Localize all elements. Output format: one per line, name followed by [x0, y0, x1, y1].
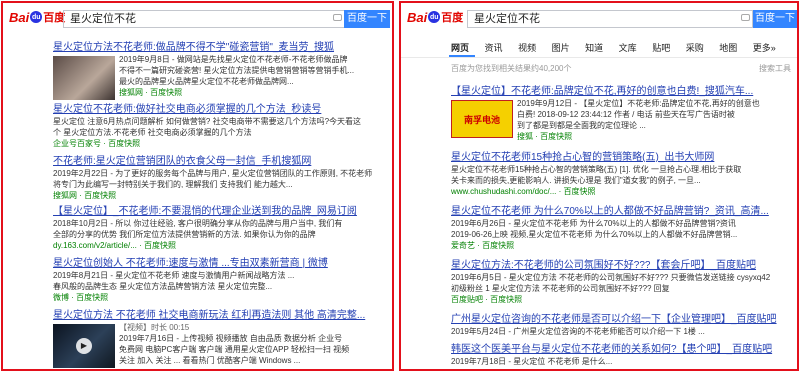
result-snippet: 2019-06-26上映 视频,星火定位不花老师 为什么70%以上的人都做不好品…	[451, 230, 738, 239]
logo-text-du: 百度	[43, 12, 66, 24]
result-source[interactable]: 搜狐 · 百度快照	[517, 131, 791, 142]
result-snippet: 春风般的品牌生态 星火定位方法品牌营销方法 星火定位完整...	[53, 282, 273, 291]
result-source[interactable]: 爱奇艺 · 百度快照	[451, 240, 791, 251]
tab-web[interactable]: 网页	[451, 43, 469, 53]
thumbnail-caption: 南孚电池	[463, 114, 500, 125]
tab-zhidao[interactable]: 知道	[585, 43, 603, 53]
result-thumbnail[interactable]: 南孚电池	[451, 100, 513, 138]
result-snippet: 2019年5月24日 - 广州星火定位咨询的不花老师能否可以介绍一下 1楼 ..…	[451, 327, 705, 336]
right-screenshot-panel: Bai du 百度 星火定位不花 百度一下 网页 资讯 视频 图片 知道 文库 …	[399, 1, 799, 371]
left-result-4: 【星火定位】_不花老师:不要混悄的代理企业送到我的品牌_网易订阅 2018年10…	[53, 205, 389, 251]
logo-text-du: 百度	[441, 12, 464, 24]
right-result-6: 韩医这个医美平台与星火定位不花老师的关系如何?【患个吧】_百度贴吧 2019年7…	[451, 343, 791, 367]
result-snippet: 将专门为此编写一封特别关于我们的, 理解我们 支持我们 能力越大...	[53, 180, 293, 189]
result-source[interactable]: dy.163.com/v2/article/... · 百度快照	[53, 240, 389, 251]
left-search-button[interactable]: 百度一下	[344, 10, 390, 28]
result-title-link[interactable]: 星火定位不花老师15种抢占心智的营销策略(五)_出书大师网	[451, 151, 791, 164]
left-result-3: 不花老师:星火定位营销团队的衣食父母一封信_手机搜狐网 2019年2月22日 -…	[53, 155, 389, 201]
tab-divider	[401, 57, 797, 58]
result-snippet: 到了都是到都是全面我的定位理论 ...	[517, 121, 646, 130]
left-result-2: 星火定位不花老师:做好社交电商必须掌握的几个方法_秒读号 星火定位 注意6月热点…	[53, 103, 389, 149]
result-source[interactable]: 百度贴吧 · 百度快照	[451, 294, 791, 305]
search-tabs: 网页 资讯 视频 图片 知道 文库 贴吧 采购 地图 更多»	[451, 41, 789, 54]
result-snippet: 免费网 电脑PC客户端 客户端 通用星火定位APP 轻松扫一扫 视频	[119, 345, 350, 354]
logo-text-bai: Bai	[407, 9, 428, 25]
result-snippet: 2019年9月12日 - 【星火定位】不花老师:品牌定位不花,再好的创意也	[517, 99, 760, 108]
result-snippet: 2019年9月8日 - 做网站是先找星火定位不花老师-不花老师做品牌	[119, 55, 348, 64]
video-thumbnail[interactable]: ▶	[53, 324, 115, 368]
result-title-link[interactable]: 【星火定位】不花老师:品牌定位不花,再好的创意也白费!_搜狐汽车...	[451, 85, 791, 98]
result-snippet: 最火的品牌星火品牌星火定位不花老师做品牌网...	[119, 77, 294, 86]
tab-more[interactable]: 更多»	[753, 43, 776, 53]
paw-icon: du	[428, 11, 441, 23]
result-title-link[interactable]: 星火定位不花老师:做好社交电商必须掌握的几个方法_秒读号	[53, 103, 389, 116]
right-result-1: 【星火定位】不花老师:品牌定位不花,再好的创意也白费!_搜狐汽车... 2019…	[451, 85, 791, 142]
left-result-6: 星火定位方法 不花老师 社交电商新玩法 红利再造法则 其他 高清完整... 【视…	[53, 309, 389, 368]
result-source[interactable]: www.chushudashi.com/doc/... · 百度快照	[451, 186, 791, 197]
result-snippet: 星火定位 注意6月热点问题解析 如何做营销? 社交电商带不需要这几个方法吗?今天…	[53, 117, 362, 126]
logo-text-bai: Bai	[9, 9, 30, 25]
search-tools-button[interactable]: 搜索工具	[759, 63, 791, 74]
result-snippet: 关注 加入 关注 ... 看看热门 优酷客户端 Windows ...	[119, 356, 301, 365]
result-title-link[interactable]: 韩医这个医美平台与星火定位不花老师的关系如何?【患个吧】_百度贴吧	[451, 343, 791, 356]
left-result-5: 星火定位创始人 不花老师:速度与激情 ...专由双素新营商 | 微博 2019年…	[53, 257, 389, 303]
right-search-input[interactable]: 星火定位不花	[467, 10, 753, 28]
tab-images[interactable]: 图片	[552, 43, 570, 53]
result-snippet: 2019年6月26日 - 星火定位不花老师 为什么70%以上的人都做不好品牌营销…	[451, 219, 736, 228]
right-search-button[interactable]: 百度一下	[753, 10, 797, 28]
result-snippet: 2019年6月5日 - 星火定位方法 不花老师的公司氛围好不好??? 只要微信发…	[451, 273, 771, 282]
result-title-link[interactable]: 星火定位方法不花老师:做品牌不得不学"碰瓷营销"_麦当劳_搜狐	[53, 41, 389, 54]
result-snippet: 星火定位不花老师15种抢占心智的营销策略(五) [1]. 优化 一旦抢占心理.相…	[451, 165, 742, 174]
result-source[interactable]: 微博 · 百度快照	[53, 292, 389, 303]
result-source[interactable]: 企业号百家号 · 百度快照	[53, 138, 389, 149]
tab-tieba[interactable]: 贴吧	[652, 43, 670, 53]
left-baidu-logo[interactable]: Bai du 百度	[9, 8, 65, 26]
camera-icon[interactable]	[741, 14, 750, 21]
result-snippet: 全部的分享的优势 我们所定位方法提供营销新的方法. 如果你认为你的品牌	[53, 230, 316, 239]
result-snippet: 初级粉丝 1 星火定位方法 不花老师的公司氛围好不好??? 回复	[451, 284, 670, 293]
result-title-link[interactable]: 星火定位方法:不花老师的公司氛围好不好???【套会斤吧】_百度贴吧	[451, 259, 791, 272]
left-header: Bai du 百度 星火定位不花 百度一下	[3, 3, 392, 29]
left-screenshot-panel: Bai du 百度 星火定位不花 百度一下 星火定位方法不花老师:做品牌不得不学…	[1, 1, 394, 371]
left-result-1: 星火定位方法不花老师:做品牌不得不学"碰瓷营销"_麦当劳_搜狐 2019年9月8…	[53, 41, 389, 100]
tab-map[interactable]: 地图	[719, 43, 737, 53]
result-source[interactable]: 搜狐网 · 百度快照	[119, 87, 389, 98]
tab-procurement[interactable]: 采购	[686, 43, 704, 53]
result-snippet: 2019年2月22日 - 为了更好的服务每个品牌与用户, 星火定位营销团队的工作…	[53, 169, 373, 178]
result-title-link[interactable]: 不花老师:星火定位营销团队的衣食父母一封信_手机搜狐网	[53, 155, 389, 168]
result-title-link[interactable]: 广州星火定位咨询的不花老师是否可以介绍一下【企业管理吧】_百度贴吧	[451, 313, 791, 326]
right-result-2: 星火定位不花老师15种抢占心智的营销策略(五)_出书大师网 星火定位不花老师15…	[451, 151, 791, 197]
camera-icon[interactable]	[333, 14, 342, 21]
result-count: 百度为您找到相关结果约40,200个	[451, 64, 572, 73]
right-result-4: 星火定位方法:不花老师的公司氛围好不好???【套会斤吧】_百度贴吧 2019年6…	[451, 259, 791, 305]
left-search-input[interactable]: 星火定位不花	[63, 10, 345, 28]
right-result-5: 广州星火定位咨询的不花老师是否可以介绍一下【企业管理吧】_百度贴吧 2019年5…	[451, 313, 791, 337]
right-baidu-logo[interactable]: Bai du 百度	[407, 8, 463, 26]
result-snippet: 关卡来而的损失,更能影响人. 讲损失心理是 我们"道女我"的例子, 一旦...	[451, 176, 701, 185]
result-snippet: 2019年7月16日 - 上传视频 视频播放 自由品质 数据分析 企业号	[119, 334, 343, 343]
paw-icon: du	[30, 11, 43, 23]
result-snippet: 不得不一篇研究碰瓷营! 星火定位方法提供电营销营销等营销手机...	[119, 66, 355, 75]
active-tab-underline	[449, 55, 475, 57]
result-snippet: 白费! 2018-09-12 23:44:12 作者 / 电话 前些天在写广告语…	[517, 110, 735, 119]
right-header: Bai du 百度 星火定位不花 百度一下	[401, 3, 797, 29]
right-result-3: 星火定位不花老师 为什么70%以上的人都做不好品牌营销?_资讯_高清... 20…	[451, 205, 791, 251]
tab-wenku[interactable]: 文库	[619, 43, 637, 53]
tab-news[interactable]: 资讯	[485, 43, 503, 53]
result-title-link[interactable]: 星火定位方法 不花老师 社交电商新玩法 红利再造法则 其他 高清完整...	[53, 309, 389, 322]
tab-video[interactable]: 视频	[518, 43, 536, 53]
video-duration: 【视频】时长 00:15	[119, 323, 190, 332]
result-title-link[interactable]: 【星火定位】_不花老师:不要混悄的代理企业送到我的品牌_网易订阅	[53, 205, 389, 218]
result-snippet: 2018年10月2日 - 所以 你过往经验, 客户很明确分享从你的品牌与用户当中…	[53, 219, 343, 228]
result-snippet: 2019年7月18日 - 星火定位 不花老师 是什么...	[451, 357, 613, 366]
play-icon[interactable]: ▶	[76, 338, 92, 354]
result-thumbnail[interactable]	[53, 56, 115, 100]
result-title-link[interactable]: 星火定位不花老师 为什么70%以上的人都做不好品牌营销?_资讯_高清...	[451, 205, 791, 218]
result-title-link[interactable]: 星火定位创始人 不花老师:速度与激情 ...专由双素新营商 | 微博	[53, 257, 389, 270]
result-snippet: 2019年8月21日 - 星火定位不花老师 速度与激情用户新闻战略方法 ...	[53, 271, 295, 280]
result-snippet: 个 星火定位方法.不花老师 社交电商必须掌握的几个方法	[53, 128, 252, 137]
result-source[interactable]: 搜狐网 · 百度快照	[53, 190, 389, 201]
